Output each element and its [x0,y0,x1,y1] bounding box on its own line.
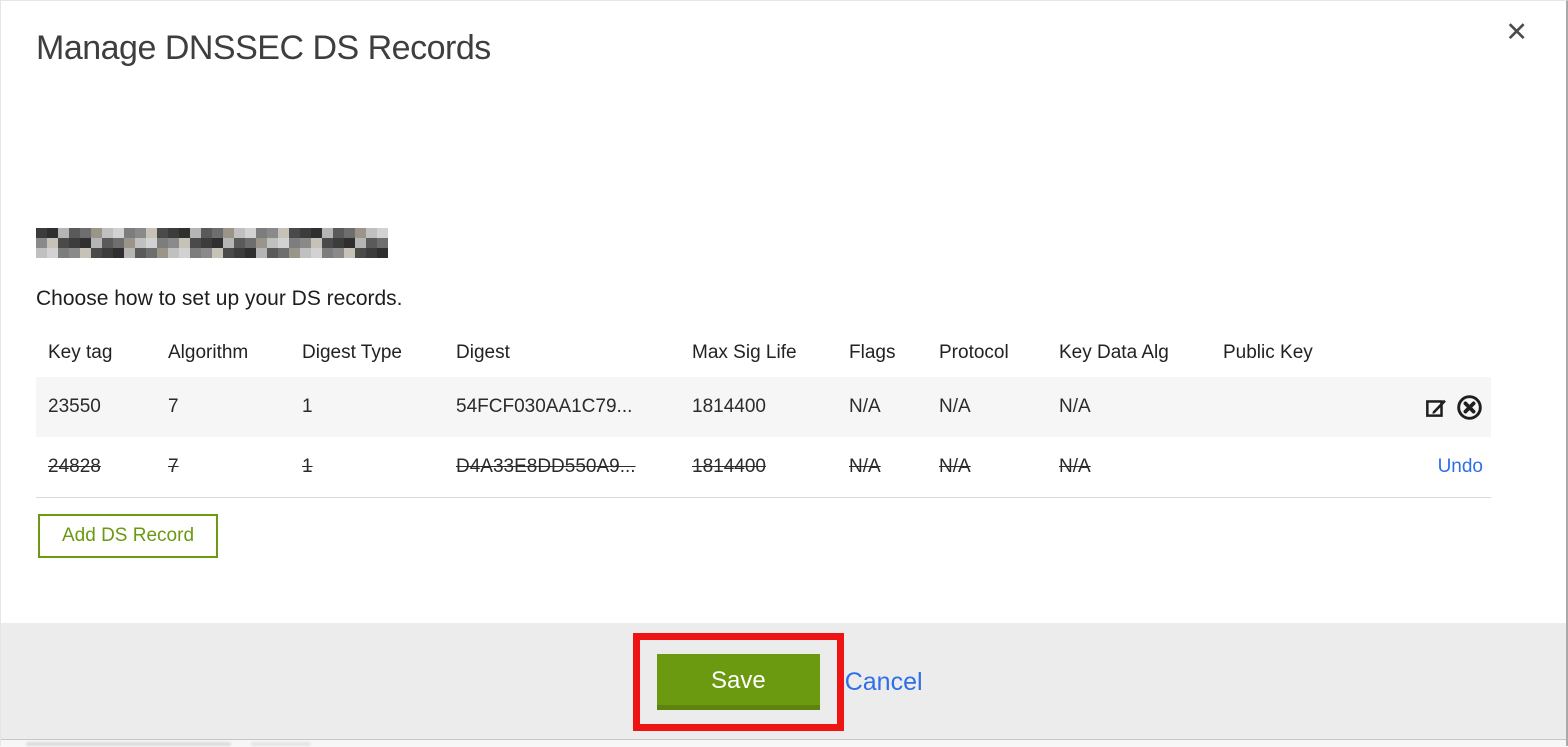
dnssec-modal: Manage DNSSEC DS Records ✕ Choose how to… [0,0,1568,747]
cell-digest: D4A33E8DD550A9... [444,437,680,498]
cell-key-data-alg: N/A [1047,437,1211,498]
header-digest-type: Digest Type [302,342,402,363]
cell-key-data-alg: N/A [1047,377,1211,437]
cell-key-tag: 23550 [36,377,156,437]
table-header-row: Key tag Algorithm Digest Type Digest Max… [36,329,1491,377]
close-icon[interactable]: ✕ [1505,19,1528,46]
cell-max-sig-life: 1814400 [680,437,837,498]
cancel-link[interactable]: Cancel [845,668,923,697]
header-public-key: Public Key [1223,342,1313,363]
header-key-tag: Key tag [48,342,113,363]
cell-protocol: N/A [927,437,1047,498]
modal-footer: Save Cancel [1,623,1566,739]
header-digest: Digest [456,342,510,363]
footer-actions-group: Save Cancel [633,633,923,731]
cell-key-tag: 24828 [36,437,156,498]
cell-public-key [1211,437,1361,498]
ds-records-table: Key tag Algorithm Digest Type Digest Max… [36,329,1491,498]
header-max-sig-life: Max Sig Life [692,342,797,363]
cell-digest-type: 1 [290,377,444,437]
table-row-deleted: 24828 7 1 D4A33E8DD550A9... 1814400 N/A … [36,437,1491,498]
cell-algorithm: 7 [156,437,290,498]
delete-record-icon[interactable] [1456,394,1483,421]
save-button[interactable]: Save [657,654,820,710]
add-ds-record-button[interactable]: Add DS Record [38,514,219,558]
cell-actions: Undo [1361,437,1491,498]
cell-public-key [1211,377,1361,437]
table-row: 23550 7 1 54FCF030AA1C79... 1814400 N/A … [36,377,1491,437]
header-algorithm: Algorithm [168,342,249,363]
cell-digest: 54FCF030AA1C79... [444,377,680,437]
cell-actions [1361,377,1491,437]
header-key-data-alg: Key Data Alg [1059,342,1169,363]
cell-flags: N/A [837,437,927,498]
page-title: Manage DNSSEC DS Records [36,29,491,67]
header-actions [1361,329,1491,377]
cell-protocol: N/A [927,377,1047,437]
red-annotation-box: Save [633,633,844,731]
cell-algorithm: 7 [156,377,290,437]
edit-record-icon[interactable] [1424,395,1449,420]
header-protocol: Protocol [939,342,1009,363]
cell-flags: N/A [837,377,927,437]
subtitle-text: Choose how to set up your DS records. [36,287,403,310]
redacted-domain-name [36,228,388,258]
header-flags: Flags [849,342,896,363]
cell-max-sig-life: 1814400 [680,377,837,437]
undo-link[interactable]: Undo [1438,456,1483,477]
cell-digest-type: 1 [290,437,444,498]
